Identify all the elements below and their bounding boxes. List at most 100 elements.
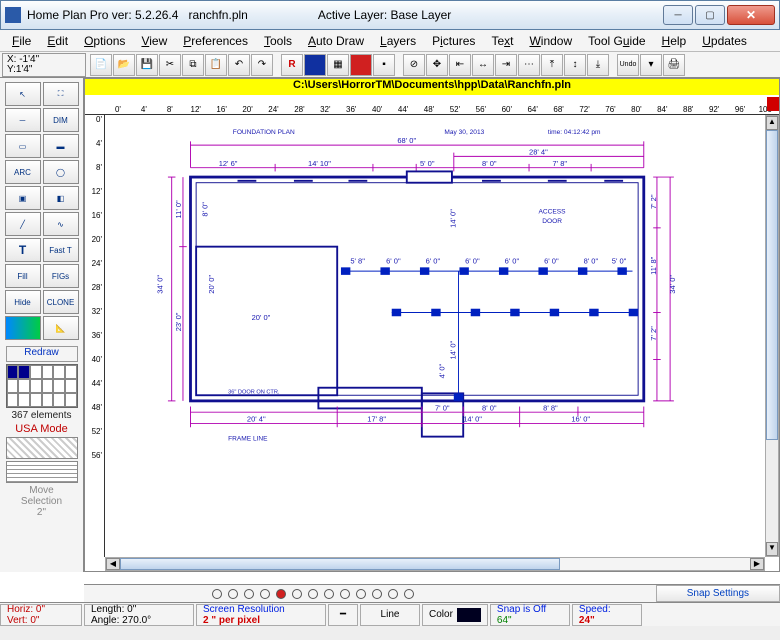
redraw-button[interactable]: Redraw [6, 346, 78, 362]
svg-text:8' 0": 8' 0" [482, 403, 497, 412]
menu-window[interactable]: Window [523, 32, 578, 50]
tool-red-icon[interactable] [350, 54, 372, 76]
print-icon[interactable]: 🖨 [663, 54, 685, 76]
svg-text:4' 0": 4' 0" [437, 363, 446, 378]
maximize-button[interactable]: ▢ [695, 5, 725, 25]
align-b-icon[interactable]: ⤓ [587, 54, 609, 76]
close-button[interactable]: ✕ [727, 5, 775, 25]
menu-options[interactable]: Options [78, 32, 131, 50]
fast-text-tool[interactable]: Fast T [43, 238, 79, 262]
menu-file[interactable]: File [6, 32, 37, 50]
measure-tool[interactable]: 📐 [43, 316, 79, 340]
dropdown-icon[interactable]: ▾ [640, 54, 662, 76]
menu-edit[interactable]: Edit [41, 32, 74, 50]
align-m-icon[interactable]: ↕ [564, 54, 586, 76]
window-tool[interactable]: ▣ [5, 186, 41, 210]
svg-text:68' 0": 68' 0" [397, 136, 416, 145]
menu-text[interactable]: Text [485, 32, 519, 50]
curve-tool[interactable]: ∿ [43, 212, 79, 236]
vertical-scrollbar[interactable]: ▲▼ [765, 115, 779, 557]
dim-tool[interactable]: DIM [43, 108, 79, 132]
coord-readout: X: -1'4" Y:1'4" [2, 53, 86, 77]
svg-text:14' 0": 14' 0" [463, 415, 482, 424]
undo2-icon[interactable]: Undo [617, 54, 639, 76]
svg-text:5' 0": 5' 0" [420, 159, 435, 168]
select-arrow-tool[interactable]: ↖ [5, 82, 41, 106]
tool-doc-icon[interactable]: ▦ [327, 54, 349, 76]
filepath-bar: C:\Users\HorrorTM\Documents\hpp\Data\Ran… [85, 79, 779, 95]
title-bar: Home Plan Pro ver: 5.2.26.4 ranchfn.pln … [0, 0, 780, 30]
dist-h-icon[interactable]: ⋯ [518, 54, 540, 76]
svg-text:34' 0": 34' 0" [668, 275, 677, 294]
color-cell[interactable]: Color [422, 604, 488, 626]
active-layer: Active Layer: Base Layer [318, 8, 451, 22]
svg-text:5' 8": 5' 8" [350, 257, 365, 266]
line-pattern-preview[interactable] [6, 461, 78, 483]
polyline-tool[interactable]: ╱ [5, 212, 41, 236]
circle-tool[interactable]: ◯ [43, 160, 79, 184]
align-c-icon[interactable]: ↔ [472, 54, 494, 76]
line-tool[interactable]: ─ [5, 108, 41, 132]
element-count: 367 elements [11, 410, 71, 421]
color-swatches[interactable] [6, 364, 78, 408]
menu-layers[interactable]: Layers [374, 32, 422, 50]
svg-text:17' 8": 17' 8" [367, 415, 386, 424]
svg-text:16' 0": 16' 0" [571, 415, 590, 424]
copy-icon[interactable]: ⧉ [182, 54, 204, 76]
fill-pattern-preview[interactable] [6, 437, 78, 459]
status-bar: Horiz: 0" Vert: 0" Length: 0"Angle: 270.… [0, 602, 780, 626]
figs-tool[interactable]: FIGs [43, 264, 79, 288]
menu-updates[interactable]: Updates [696, 32, 753, 50]
svg-text:8' 0": 8' 0" [200, 202, 209, 217]
svg-text:7' 0": 7' 0" [435, 403, 450, 412]
menu-tools[interactable]: Tools [258, 32, 298, 50]
align-r-icon[interactable]: ⇥ [495, 54, 517, 76]
menu-help[interactable]: Help [656, 32, 693, 50]
menu-preferences[interactable]: Preferences [177, 32, 254, 50]
svg-text:8' 0": 8' 0" [482, 159, 497, 168]
redo-icon[interactable]: ↷ [251, 54, 273, 76]
hide-tool[interactable]: Hide [5, 290, 41, 314]
select-marquee-tool[interactable]: ⛶ [43, 82, 79, 106]
align-l-icon[interactable]: ⇤ [449, 54, 471, 76]
svg-text:ACCESS: ACCESS [538, 209, 566, 216]
tool-blue1-icon[interactable] [304, 54, 326, 76]
cut-icon[interactable]: ✂ [159, 54, 181, 76]
tool-r-icon[interactable]: R [281, 54, 303, 76]
save-icon[interactable]: 💾 [136, 54, 158, 76]
vertical-ruler: 0'4'8'12'16'20'24'28'32'36'40'44'48'52'5… [85, 115, 105, 557]
minimize-button[interactable]: ─ [663, 5, 693, 25]
plan-title: FOUNDATION PLAN [233, 129, 295, 136]
horizontal-scrollbar[interactable]: ◀▶ [105, 557, 765, 571]
tool-stop-icon[interactable]: ▪ [373, 54, 395, 76]
snap-off-icon[interactable]: ⊘ [403, 54, 425, 76]
drawing-canvas[interactable]: FOUNDATION PLAN May 30, 2013 time: 04:12… [105, 115, 765, 557]
undo-icon[interactable]: ↶ [228, 54, 250, 76]
svg-text:20' 4": 20' 4" [247, 415, 266, 424]
menu-view[interactable]: View [135, 32, 173, 50]
rect-tool[interactable]: ▭ [5, 134, 41, 158]
svg-text:36" DOOR ON CTR.: 36" DOOR ON CTR. [228, 389, 280, 395]
paste-icon[interactable]: 📋 [205, 54, 227, 76]
menu-toolguide[interactable]: Tool Guide [582, 32, 651, 50]
fill-tool[interactable]: Fill [5, 264, 41, 288]
menu-autodraw[interactable]: Auto Draw [302, 32, 370, 50]
svg-text:34' 0": 34' 0" [155, 275, 164, 294]
arc-tool[interactable]: ARC [5, 160, 41, 184]
snap-settings-button[interactable]: Snap Settings [656, 585, 780, 602]
move-icon[interactable]: ✥ [426, 54, 448, 76]
align-t-icon[interactable]: ⤒ [541, 54, 563, 76]
door-tool[interactable]: ◧ [43, 186, 79, 210]
open-icon[interactable]: 📂 [113, 54, 135, 76]
color-tool[interactable] [5, 316, 41, 340]
text-tool[interactable]: T [5, 238, 41, 262]
menu-pictures[interactable]: Pictures [426, 32, 481, 50]
svg-text:12' 6": 12' 6" [219, 159, 238, 168]
clone-tool[interactable]: CLONE [43, 290, 79, 314]
svg-text:FRAME LINE: FRAME LINE [228, 435, 268, 442]
wall-tool[interactable]: ▬ [43, 134, 79, 158]
new-icon[interactable]: 📄 [90, 54, 112, 76]
usa-mode-label: USA Mode [15, 423, 68, 435]
move-selection-label: MoveSelection2" [21, 485, 62, 518]
svg-text:14' 0": 14' 0" [449, 340, 458, 359]
